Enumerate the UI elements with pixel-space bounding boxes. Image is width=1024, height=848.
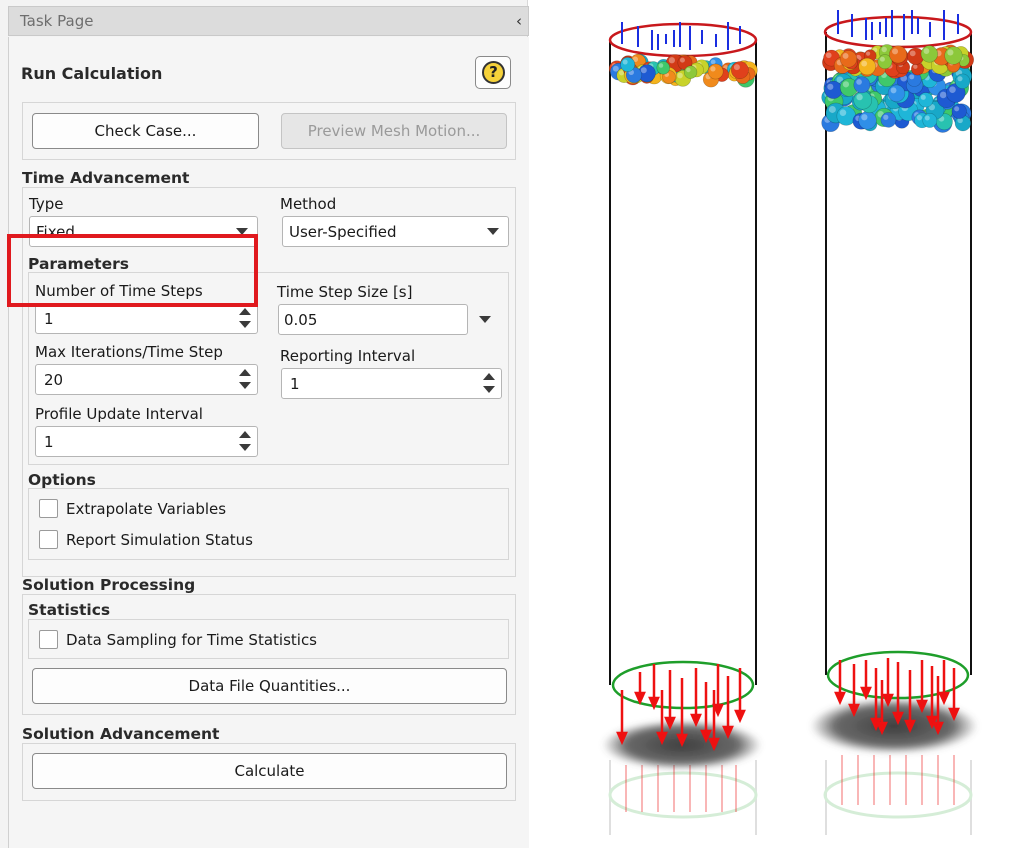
method-value: User-Specified xyxy=(289,223,397,241)
page-title: Run Calculation xyxy=(21,64,163,83)
chevron-down-icon xyxy=(487,228,499,235)
max-iterations-value: 20 xyxy=(44,371,64,389)
parameters-title: Parameters xyxy=(28,255,129,273)
number-of-time-steps-stepper[interactable]: 1 xyxy=(35,303,258,334)
data-sampling-label: Data Sampling for Time Statistics xyxy=(66,631,318,649)
spin-down-icon[interactable] xyxy=(483,386,495,393)
help-button[interactable]: ? xyxy=(475,56,511,89)
time-step-size-label: Time Step Size [s] xyxy=(277,283,413,301)
column-render xyxy=(602,10,978,835)
profile-update-interval-stepper[interactable]: 1 xyxy=(35,426,258,457)
profile-update-interval-value: 1 xyxy=(44,433,54,451)
solution-processing-title: Solution Processing xyxy=(22,576,196,594)
method-label: Method xyxy=(280,195,337,213)
spin-up-icon[interactable] xyxy=(483,373,495,380)
reporting-interval-stepper[interactable]: 1 xyxy=(281,368,502,399)
column-1 xyxy=(602,22,762,835)
help-icon: ? xyxy=(482,61,505,84)
statistics-title: Statistics xyxy=(28,601,111,619)
spin-up-icon[interactable] xyxy=(239,369,251,376)
time-step-size-value: 0.05 xyxy=(284,311,318,329)
options-title: Options xyxy=(28,471,96,489)
extrapolate-variables-checkbox[interactable] xyxy=(39,499,58,518)
chevron-down-icon xyxy=(236,228,248,235)
report-simulation-status-checkbox[interactable] xyxy=(39,530,58,549)
reporting-interval-value: 1 xyxy=(290,375,300,393)
spin-down-icon[interactable] xyxy=(239,321,251,328)
solution-advancement-title: Solution Advancement xyxy=(22,725,220,743)
graphics-viewport[interactable] xyxy=(530,0,1024,848)
column-2 xyxy=(810,10,978,835)
data-sampling-checkbox[interactable] xyxy=(39,630,58,649)
spin-up-icon[interactable] xyxy=(239,431,251,438)
preview-mesh-motion-button[interactable]: Preview Mesh Motion... xyxy=(281,113,507,149)
task-page-panel: Task Page ‹ Run Calculation ? Check Case… xyxy=(0,0,529,848)
type-value: Fixed xyxy=(36,223,75,241)
report-simulation-status-label: Report Simulation Status xyxy=(66,531,253,549)
extrapolate-variables-label: Extrapolate Variables xyxy=(66,500,227,518)
check-case-button[interactable]: Check Case... xyxy=(32,113,259,149)
task-page-titlebar: Task Page ‹ xyxy=(8,6,529,36)
max-iterations-stepper[interactable]: 20 xyxy=(35,364,258,395)
reporting-interval-label: Reporting Interval xyxy=(280,347,416,365)
number-of-time-steps-value: 1 xyxy=(44,310,54,328)
spin-up-icon[interactable] xyxy=(239,308,251,315)
options-group xyxy=(28,488,509,560)
spin-down-icon[interactable] xyxy=(239,382,251,389)
task-page-content: Run Calculation ? Check Case... Preview … xyxy=(8,37,529,848)
task-page-title: Task Page xyxy=(20,12,94,30)
type-label: Type xyxy=(29,195,64,213)
calculate-button[interactable]: Calculate xyxy=(32,753,507,789)
spin-down-icon[interactable] xyxy=(239,444,251,451)
time-step-size-input[interactable]: 0.05 xyxy=(278,304,468,335)
time-advancement-title: Time Advancement xyxy=(22,169,190,187)
max-iterations-label: Max Iterations/Time Step xyxy=(35,343,223,361)
time-step-size-options-icon[interactable] xyxy=(479,316,491,323)
method-dropdown[interactable]: User-Specified xyxy=(282,216,509,247)
profile-update-interval-label: Profile Update Interval xyxy=(35,405,203,423)
collapse-chevron-icon[interactable]: ‹ xyxy=(516,12,522,30)
data-file-quantities-button[interactable]: Data File Quantities... xyxy=(32,668,507,704)
number-of-time-steps-label: Number of Time Steps xyxy=(35,282,203,300)
type-dropdown[interactable]: Fixed xyxy=(29,216,258,247)
